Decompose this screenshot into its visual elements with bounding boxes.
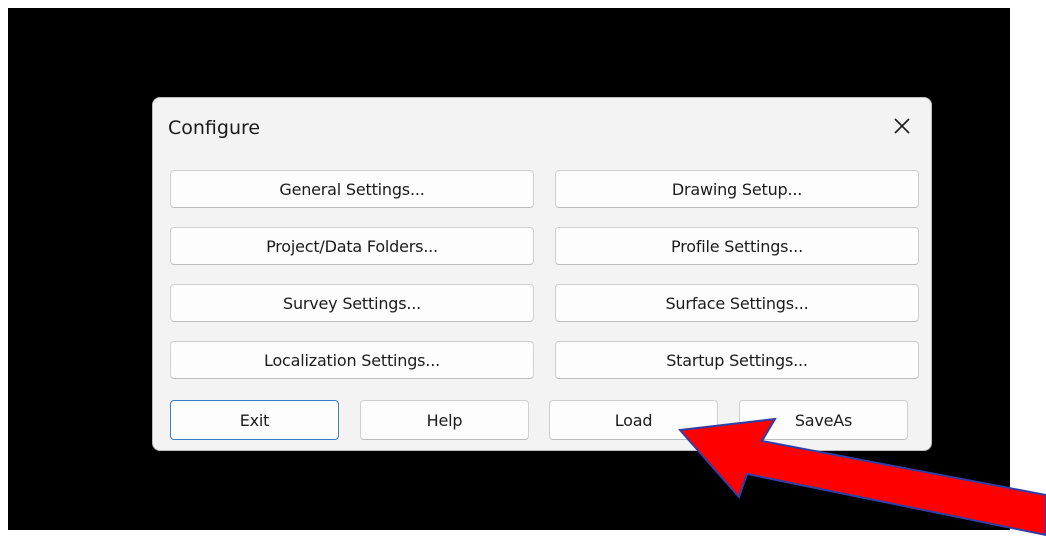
help-button[interactable]: Help — [360, 400, 529, 440]
project-data-folders-button[interactable]: Project/Data Folders... — [170, 227, 534, 265]
localization-settings-button[interactable]: Localization Settings... — [170, 341, 534, 379]
load-button[interactable]: Load — [549, 400, 718, 440]
close-icon — [894, 118, 910, 134]
general-settings-button[interactable]: General Settings... — [170, 170, 534, 208]
dialog-title: Configure — [168, 117, 261, 139]
profile-settings-button[interactable]: Profile Settings... — [555, 227, 919, 265]
survey-settings-button[interactable]: Survey Settings... — [170, 284, 534, 322]
startup-settings-button[interactable]: Startup Settings... — [555, 341, 919, 379]
exit-button[interactable]: Exit — [170, 400, 339, 440]
surface-settings-button[interactable]: Surface Settings... — [555, 284, 919, 322]
drawing-setup-button[interactable]: Drawing Setup... — [555, 170, 919, 208]
close-button[interactable] — [885, 109, 919, 143]
saveas-button[interactable]: SaveAs — [739, 400, 908, 440]
configure-dialog: Configure General Settings... Drawing Se… — [152, 97, 932, 451]
